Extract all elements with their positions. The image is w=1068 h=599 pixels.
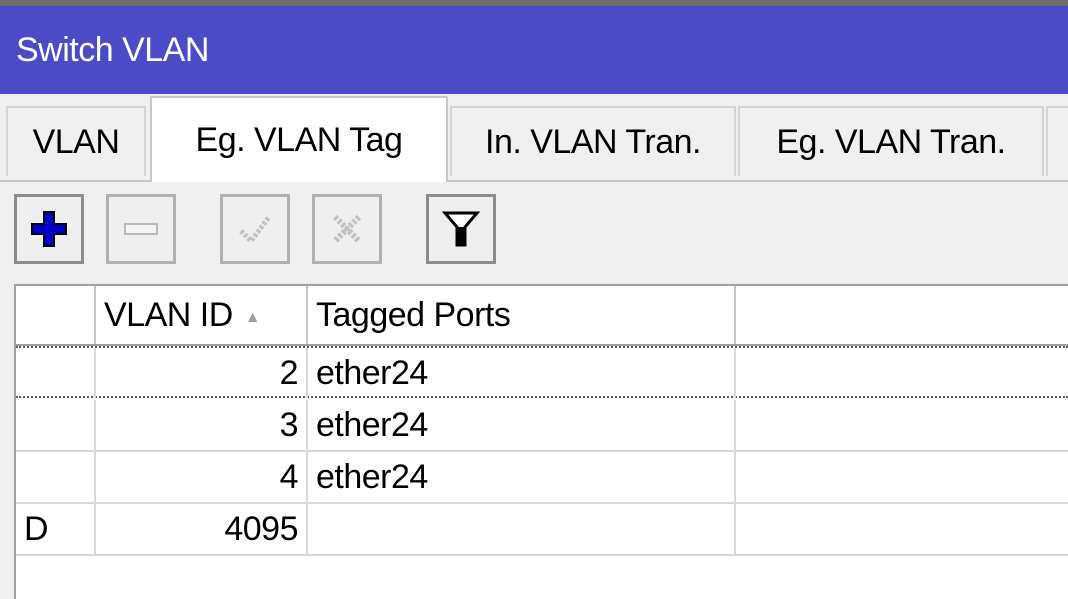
row-vlan-id: 4 <box>279 457 299 496</box>
disable-button[interactable] <box>312 194 382 264</box>
add-button[interactable] <box>14 194 84 264</box>
column-header-vlan-id[interactable]: VLAN ID ▲ <box>96 286 308 344</box>
row-vlan-id-cell: 4095 <box>96 504 308 554</box>
vlan-tag-table: VLAN ID ▲ Tagged Ports 2 ether24 3 ether… <box>14 284 1068 599</box>
window-title-bar[interactable]: Switch VLAN <box>0 6 1068 94</box>
row-flag-cell <box>16 348 96 398</box>
row-flag-cell <box>16 452 96 502</box>
row-vlan-id-cell: 3 <box>96 400 308 450</box>
row-vlan-id: 2 <box>279 353 299 392</box>
column-header-tagged-ports-label: Tagged Ports <box>316 295 511 334</box>
minus-icon <box>124 223 158 235</box>
row-tagged-ports: ether24 <box>316 353 428 392</box>
row-vlan-id: 4095 <box>224 509 298 548</box>
row-vlan-id-cell: 4 <box>96 452 308 502</box>
tab-in-vlan-tran-label: In. VLAN Tran. <box>485 122 702 161</box>
table-row[interactable]: D 4095 <box>16 504 1068 556</box>
tab-overflow[interactable] <box>1046 106 1068 176</box>
row-vlan-id: 3 <box>279 405 299 444</box>
table-row[interactable]: 3 ether24 <box>16 400 1068 452</box>
tab-vlan[interactable]: VLAN <box>6 106 146 176</box>
remove-button[interactable] <box>106 194 176 264</box>
tab-eg-vlan-tran-label: Eg. VLAN Tran. <box>776 122 1006 161</box>
row-tagged-ports: ether24 <box>316 405 428 444</box>
filter-button[interactable] <box>426 194 496 264</box>
window-title: Switch VLAN <box>16 30 209 69</box>
row-tagged-ports-cell: ether24 <box>308 452 736 502</box>
row-tagged-ports-cell: ether24 <box>308 400 736 450</box>
check-icon <box>239 215 271 245</box>
sort-ascending-icon: ▲ <box>244 309 261 326</box>
row-flag-cell <box>16 400 96 450</box>
tab-in-vlan-tran[interactable]: In. VLAN Tran. <box>450 106 736 176</box>
row-vlan-id-cell: 2 <box>96 348 308 398</box>
row-tagged-ports: ether24 <box>316 457 428 496</box>
cross-icon <box>332 214 362 244</box>
tab-eg-vlan-tran[interactable]: Eg. VLAN Tran. <box>738 106 1044 176</box>
enable-button[interactable] <box>220 194 290 264</box>
table-row[interactable]: 4 ether24 <box>16 452 1068 504</box>
plus-icon <box>31 211 67 247</box>
table-row[interactable]: 2 ether24 <box>16 346 1068 398</box>
column-header-filler <box>736 286 1068 344</box>
table-header: VLAN ID ▲ Tagged Ports <box>16 284 1068 346</box>
tab-eg-vlan-tag-label: Eg. VLAN Tag <box>195 120 403 159</box>
column-header-tagged-ports[interactable]: Tagged Ports <box>308 286 736 344</box>
row-flag: D <box>24 509 49 548</box>
toolbar <box>0 182 1068 286</box>
column-header-flag[interactable] <box>16 286 96 344</box>
tab-vlan-label: VLAN <box>32 122 120 161</box>
column-header-vlan-id-label: VLAN ID <box>104 295 233 334</box>
filter-icon <box>441 211 481 247</box>
row-flag-cell: D <box>16 504 96 554</box>
row-tagged-ports-cell: ether24 <box>308 348 736 398</box>
tab-bar: VLAN Eg. VLAN Tag In. VLAN Tran. Eg. VLA… <box>0 94 1068 182</box>
row-tagged-ports-cell <box>308 504 736 554</box>
tab-eg-vlan-tag[interactable]: Eg. VLAN Tag <box>150 96 448 182</box>
